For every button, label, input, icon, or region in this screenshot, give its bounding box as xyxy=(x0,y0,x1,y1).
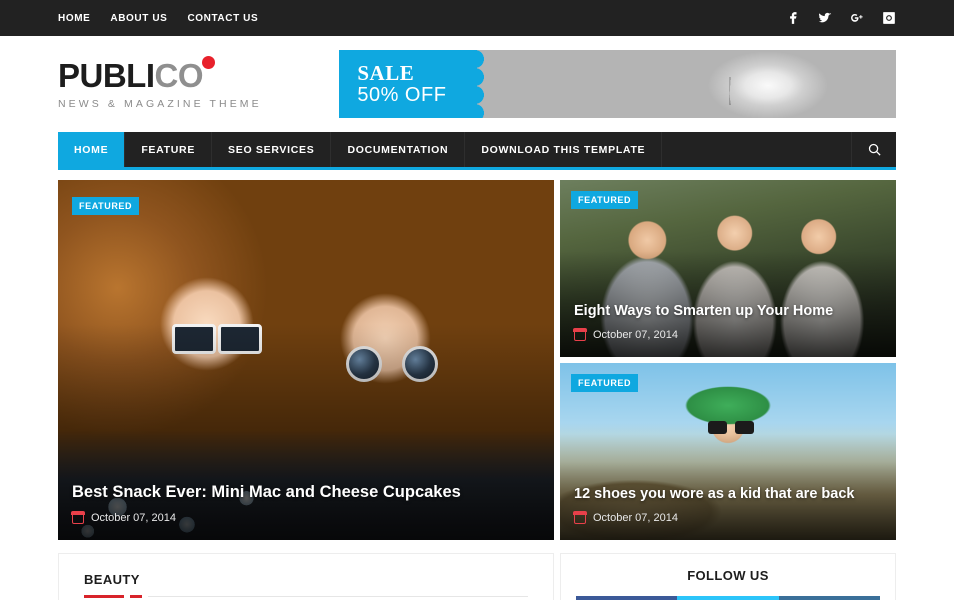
nav-spacer xyxy=(662,132,852,167)
content-below-fold: BEAUTY FOLLOW US xyxy=(58,553,896,600)
site-header: PUBLICO NEWS & MAGAZINE THEME SALE 50% O… xyxy=(0,36,954,132)
top-bar-nav: HOME ABOUT US CONTACT US xyxy=(58,13,258,24)
featured-secondary-date-2: October 07, 2014 xyxy=(593,512,679,524)
featured-main-caption: Best Snack Ever: Mini Mac and Cheese Cup… xyxy=(71,483,540,524)
featured-secondary-caption-2: 12 shoes you wore as a kid that are back… xyxy=(573,486,882,524)
featured-badge: FEATURED xyxy=(72,197,140,215)
facebook-tile[interactable] xyxy=(576,596,678,600)
featured-badge: FEATURED xyxy=(571,191,639,209)
featured-badge: FEATURED xyxy=(571,374,639,392)
nav-item-home[interactable]: HOME xyxy=(58,132,126,167)
featured-secondary-meta-1: October 07, 2014 xyxy=(573,328,882,341)
facebook-icon[interactable] xyxy=(786,11,800,25)
featured-secondary-caption-1: Eight Ways to Smarten up Your Home Octob… xyxy=(573,303,882,341)
main-navigation: HOME FEATURE SEO SERVICES DOCUMENTATION … xyxy=(58,132,896,170)
featured-secondary-title-1[interactable]: Eight Ways to Smarten up Your Home xyxy=(574,303,882,320)
twitter-icon[interactable] xyxy=(818,11,832,25)
nav-item-feature[interactable]: FEATURE xyxy=(125,132,213,167)
google-plus-icon[interactable] xyxy=(850,11,864,25)
follow-us-tiles xyxy=(576,596,880,600)
topbar-link-home[interactable]: HOME xyxy=(58,13,90,24)
logo-tagline: NEWS & MAGAZINE THEME xyxy=(58,97,262,110)
twitter-tile[interactable] xyxy=(677,596,779,600)
featured-secondary-meta-2: October 07, 2014 xyxy=(573,511,882,524)
nav-item-seo-services[interactable]: SEO SERVICES xyxy=(212,132,332,167)
nav-item-documentation[interactable]: DOCUMENTATION xyxy=(331,132,466,167)
section-rule xyxy=(148,596,528,597)
featured-secondary-card-2[interactable]: FEATURED 12 shoes you wore as a kid that… xyxy=(560,363,896,540)
beauty-section-header: BEAUTY xyxy=(84,572,528,587)
section-underline xyxy=(84,595,528,598)
featured-secondary-title-2[interactable]: 12 shoes you wore as a kid that are back xyxy=(574,486,882,503)
follow-us-widget: FOLLOW US xyxy=(560,553,896,600)
follow-us-title: FOLLOW US xyxy=(687,568,769,583)
top-bar: HOME ABOUT US CONTACT US xyxy=(0,0,954,36)
banner-eyelash-detail xyxy=(729,77,819,106)
featured-main-date: October 07, 2014 xyxy=(91,512,177,524)
topbar-link-contact-us[interactable]: CONTACT US xyxy=(187,13,258,24)
featured-secondary-column: FEATURED Eight Ways to Smarten up Your H… xyxy=(560,180,896,540)
beauty-section-title: BEAUTY xyxy=(84,572,140,587)
banner-subline: 50% OFF xyxy=(357,84,447,106)
top-bar-social-links xyxy=(786,11,896,25)
logo-text-secondary: CO xyxy=(154,56,204,94)
instagram-icon[interactable] xyxy=(882,11,896,25)
featured-posts-grid: FEATURED Best Snack Ever: Mini Mac and C… xyxy=(58,180,896,540)
logo-dot-icon xyxy=(202,55,215,69)
featured-secondary-date-1: October 07, 2014 xyxy=(593,329,679,341)
featured-main-card[interactable]: FEATURED Best Snack Ever: Mini Mac and C… xyxy=(58,180,554,540)
featured-main-meta: October 07, 2014 xyxy=(71,511,540,524)
logo-wordmark: PUBLICO xyxy=(58,55,215,94)
calendar-icon xyxy=(71,511,85,524)
calendar-icon xyxy=(573,328,587,341)
topbar-link-about-us[interactable]: ABOUT US xyxy=(110,13,167,24)
featured-main-title[interactable]: Best Snack Ever: Mini Mac and Cheese Cup… xyxy=(72,483,540,503)
featured-secondary-card-1[interactable]: FEATURED Eight Ways to Smarten up Your H… xyxy=(560,180,896,357)
page-root: HOME ABOUT US CONTACT US PUBLICO NEWS & … xyxy=(0,0,954,600)
banner-headline: SALE xyxy=(357,61,415,85)
header-banner-ad[interactable]: SALE 50% OFF xyxy=(339,50,896,118)
nav-item-download-this-template[interactable]: DOWNLOAD THIS TEMPLATE xyxy=(465,132,663,167)
search-icon[interactable] xyxy=(852,132,896,167)
instagram-tile[interactable] xyxy=(778,596,880,600)
beauty-section: BEAUTY xyxy=(58,553,554,600)
sunglasses-icon xyxy=(707,421,754,435)
calendar-icon xyxy=(573,511,587,524)
site-logo[interactable]: PUBLICO NEWS & MAGAZINE THEME xyxy=(58,55,333,110)
logo-text-primary: PUBLI xyxy=(58,56,155,94)
